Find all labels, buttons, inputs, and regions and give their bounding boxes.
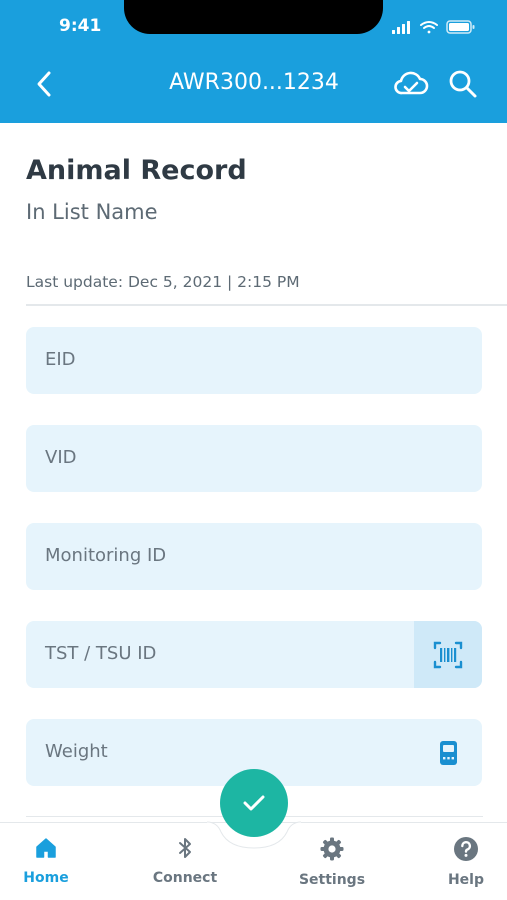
last-update-text: Last update: Dec 5, 2021 | 2:15 PM	[26, 273, 300, 291]
vid-field[interactable]: VID	[26, 425, 482, 492]
bluetooth-icon	[179, 838, 191, 858]
tab-connect-label: Connect	[152, 870, 218, 886]
app-header: 9:41 AWR300...1234	[0, 0, 507, 123]
tab-help[interactable]: Help	[421, 836, 507, 896]
gear-icon	[320, 837, 344, 861]
save-fab-button[interactable]	[220, 769, 288, 837]
status-icons	[392, 20, 475, 34]
tst-tsu-id-field-label: TST / TSU ID	[45, 643, 157, 664]
page-subtitle: In List Name	[26, 200, 158, 224]
checkmark-icon	[243, 795, 265, 811]
wifi-icon	[420, 21, 438, 34]
monitoring-id-field[interactable]: Monitoring ID	[26, 523, 482, 590]
scan-barcode-button[interactable]	[414, 621, 482, 688]
help-icon	[454, 837, 478, 861]
status-time: 9:41	[59, 16, 102, 36]
eid-field-label: EID	[45, 349, 76, 370]
battery-icon	[446, 20, 475, 34]
home-icon	[36, 838, 56, 858]
tab-help-label: Help	[447, 872, 485, 888]
device-title: AWR300...1234	[169, 70, 339, 95]
tab-home-label: Home	[23, 870, 69, 886]
divider	[26, 304, 507, 306]
page-title: Animal Record	[26, 155, 247, 186]
monitoring-id-field-label: Monitoring ID	[45, 545, 167, 566]
cloud-check-icon[interactable]	[392, 68, 430, 100]
chevron-left-icon[interactable]	[28, 66, 62, 102]
tst-tsu-id-field[interactable]: TST / TSU ID	[26, 621, 482, 688]
tab-settings[interactable]: Settings	[287, 836, 377, 896]
device-notch	[124, 0, 383, 34]
weight-field-label: Weight	[45, 741, 108, 762]
eid-field[interactable]: EID	[26, 327, 482, 394]
tab-settings-label: Settings	[298, 872, 366, 888]
signal-icon	[392, 21, 410, 34]
scale-device-icon	[440, 741, 457, 765]
tab-connect[interactable]: Connect	[140, 836, 230, 896]
vid-field-label: VID	[45, 447, 77, 468]
read-scale-button[interactable]	[414, 719, 482, 786]
tab-home[interactable]: Home	[1, 836, 91, 896]
search-icon[interactable]	[447, 68, 479, 100]
barcode-scan-icon	[433, 641, 463, 669]
